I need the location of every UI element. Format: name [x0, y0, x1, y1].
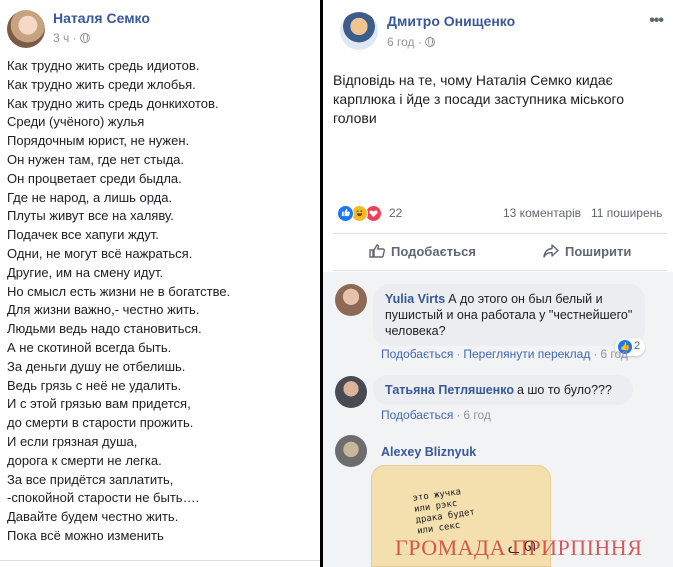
poem-line: Давайте будем честно жить. [7, 509, 179, 525]
see-translation-link[interactable]: Переглянути переклад [463, 347, 590, 361]
post-author-name[interactable]: Дмитро Онищенко [387, 13, 515, 29]
watermark: ГРОМАДА ПРИРПІННЯ [395, 535, 643, 560]
poem-line: Порядочным юрист, не нужен. [7, 133, 190, 149]
poem-line: Как трудно жить средь идиотов. [7, 58, 200, 73]
separator: · [593, 347, 598, 361]
comment-text: а шо то було??? [516, 383, 612, 397]
comment-author[interactable]: Yulia Virts [385, 292, 445, 306]
poem-line: Как трудно жить средь донкихотов. [7, 95, 219, 111]
globe-icon [424, 37, 435, 47]
poem-line: А не скотиной всегда быть. [7, 339, 172, 355]
share-button-label: Поширити [565, 244, 632, 259]
comment-actions: Подобається · Переглянути переклад · 6 год [381, 347, 628, 361]
poem-line: Среди (учёного) жулья [7, 114, 145, 130]
like-reaction-icon [337, 205, 354, 222]
poem-line: Одни, не могут всё нажраться. [7, 245, 193, 261]
poem-line: Другие, им на смену идут. [7, 264, 164, 280]
post-timestamp[interactable]: 3 ч · [53, 31, 90, 45]
poem-line: Плуты живут все на халяву. [7, 208, 174, 224]
poem-line: Он процветает среди быдла. [7, 170, 182, 186]
comment-timestamp[interactable]: 6 год [600, 347, 628, 361]
comment-like-link[interactable]: Подобається [381, 347, 453, 361]
poem-line: Ведь грязь с неё не удалить. [7, 377, 182, 393]
comment-like-link[interactable]: Подобається [381, 408, 453, 422]
like-button-label: Подобається [391, 244, 476, 259]
comment-author[interactable]: Alexey Bliznyuk [381, 445, 476, 459]
comment-author[interactable]: Татьяна Петляшенко [385, 383, 514, 397]
poem-line: За все придётся заплатить, [7, 471, 174, 487]
poem-line: Пока всё можно изменить [7, 527, 164, 543]
poem-line: Он нужен там, где нет стыда. [7, 151, 184, 167]
post-author-name[interactable]: Наталя Семко [53, 10, 150, 26]
share-arrow-icon [543, 244, 559, 258]
poem-line: Как трудно жить среди жлобья. [7, 76, 196, 92]
avatar[interactable] [340, 12, 378, 50]
comment-image-text: это жучка или рэкс драка будет или секс [412, 487, 476, 537]
comment-timestamp[interactable]: 6 год [463, 408, 491, 422]
poem-line: дорога к смерти не легка. [7, 452, 162, 468]
poem-line: Где не народ, а лишь орда. [7, 189, 173, 205]
comments-section: Yulia Virts А до этого он был белый и пуш… [323, 272, 673, 567]
poem-line: И с этой грязью вам придется, [7, 396, 191, 412]
globe-icon [79, 33, 90, 43]
separator: · [456, 408, 461, 422]
divider [0, 560, 320, 561]
comment-like-count: 2 [634, 340, 641, 352]
shares-count-link[interactable]: 11 поширень [591, 206, 663, 220]
left-post: Наталя Семко 3 ч · Как трудно жить средь… [0, 0, 320, 567]
right-post: Дмитро Онищенко 6 год · ••• Відповідь на… [323, 0, 673, 567]
poem-line: И если грязная душа, [7, 433, 138, 449]
post-timestamp[interactable]: 6 год · [387, 35, 435, 49]
poem-line: За деньги душу не отбелишь. [7, 358, 186, 374]
thumbs-up-icon [369, 244, 385, 258]
poem-line: до смерти в старости прожить. [7, 415, 194, 431]
comment-avatar[interactable] [335, 435, 367, 467]
share-button[interactable]: Поширити [543, 244, 631, 259]
poem-line: -спокойной старости не быть…. [7, 490, 200, 506]
comment-avatar[interactable] [335, 376, 367, 408]
more-icon[interactable]: ••• [649, 12, 664, 30]
poem-line: Людьми ведь надо становиться. [7, 321, 202, 337]
poem-line: Подачек все хапуги ждут. [7, 227, 159, 243]
post-body: Как трудно жить средь идиотов. Как трудн… [7, 57, 317, 546]
comment-actions: Подобається · 6 год [381, 408, 491, 422]
comment-avatar[interactable] [335, 284, 367, 316]
timestamp-text[interactable]: 6 год · [387, 35, 422, 49]
comment-bubble: Yulia Virts А до этого он был белый и пуш… [373, 284, 645, 346]
avatar[interactable] [7, 10, 45, 48]
like-button[interactable]: Подобається [369, 244, 476, 259]
separator: · [456, 347, 461, 361]
post-body: Відповідь на те, чому Наталія Семко кида… [333, 72, 625, 126]
post-action-bar: Подобається Поширити [333, 233, 667, 271]
poem-line: Для жизни важно,- честно жить. [7, 302, 200, 318]
timestamp-text[interactable]: 3 ч · [53, 31, 77, 45]
poem-line: Но смысл есть жизни не в богатстве. [7, 283, 231, 299]
comment-bubble: Татьяна Петляшенко а шо то було??? [373, 375, 633, 405]
comments-count-link[interactable]: 13 коментарів [503, 206, 581, 220]
reaction-count[interactable]: 22 [389, 206, 402, 220]
